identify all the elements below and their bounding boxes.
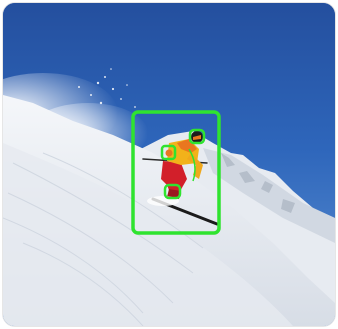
photo-frame <box>3 3 335 326</box>
glove <box>165 149 173 157</box>
ski-scene-photo <box>3 3 335 326</box>
